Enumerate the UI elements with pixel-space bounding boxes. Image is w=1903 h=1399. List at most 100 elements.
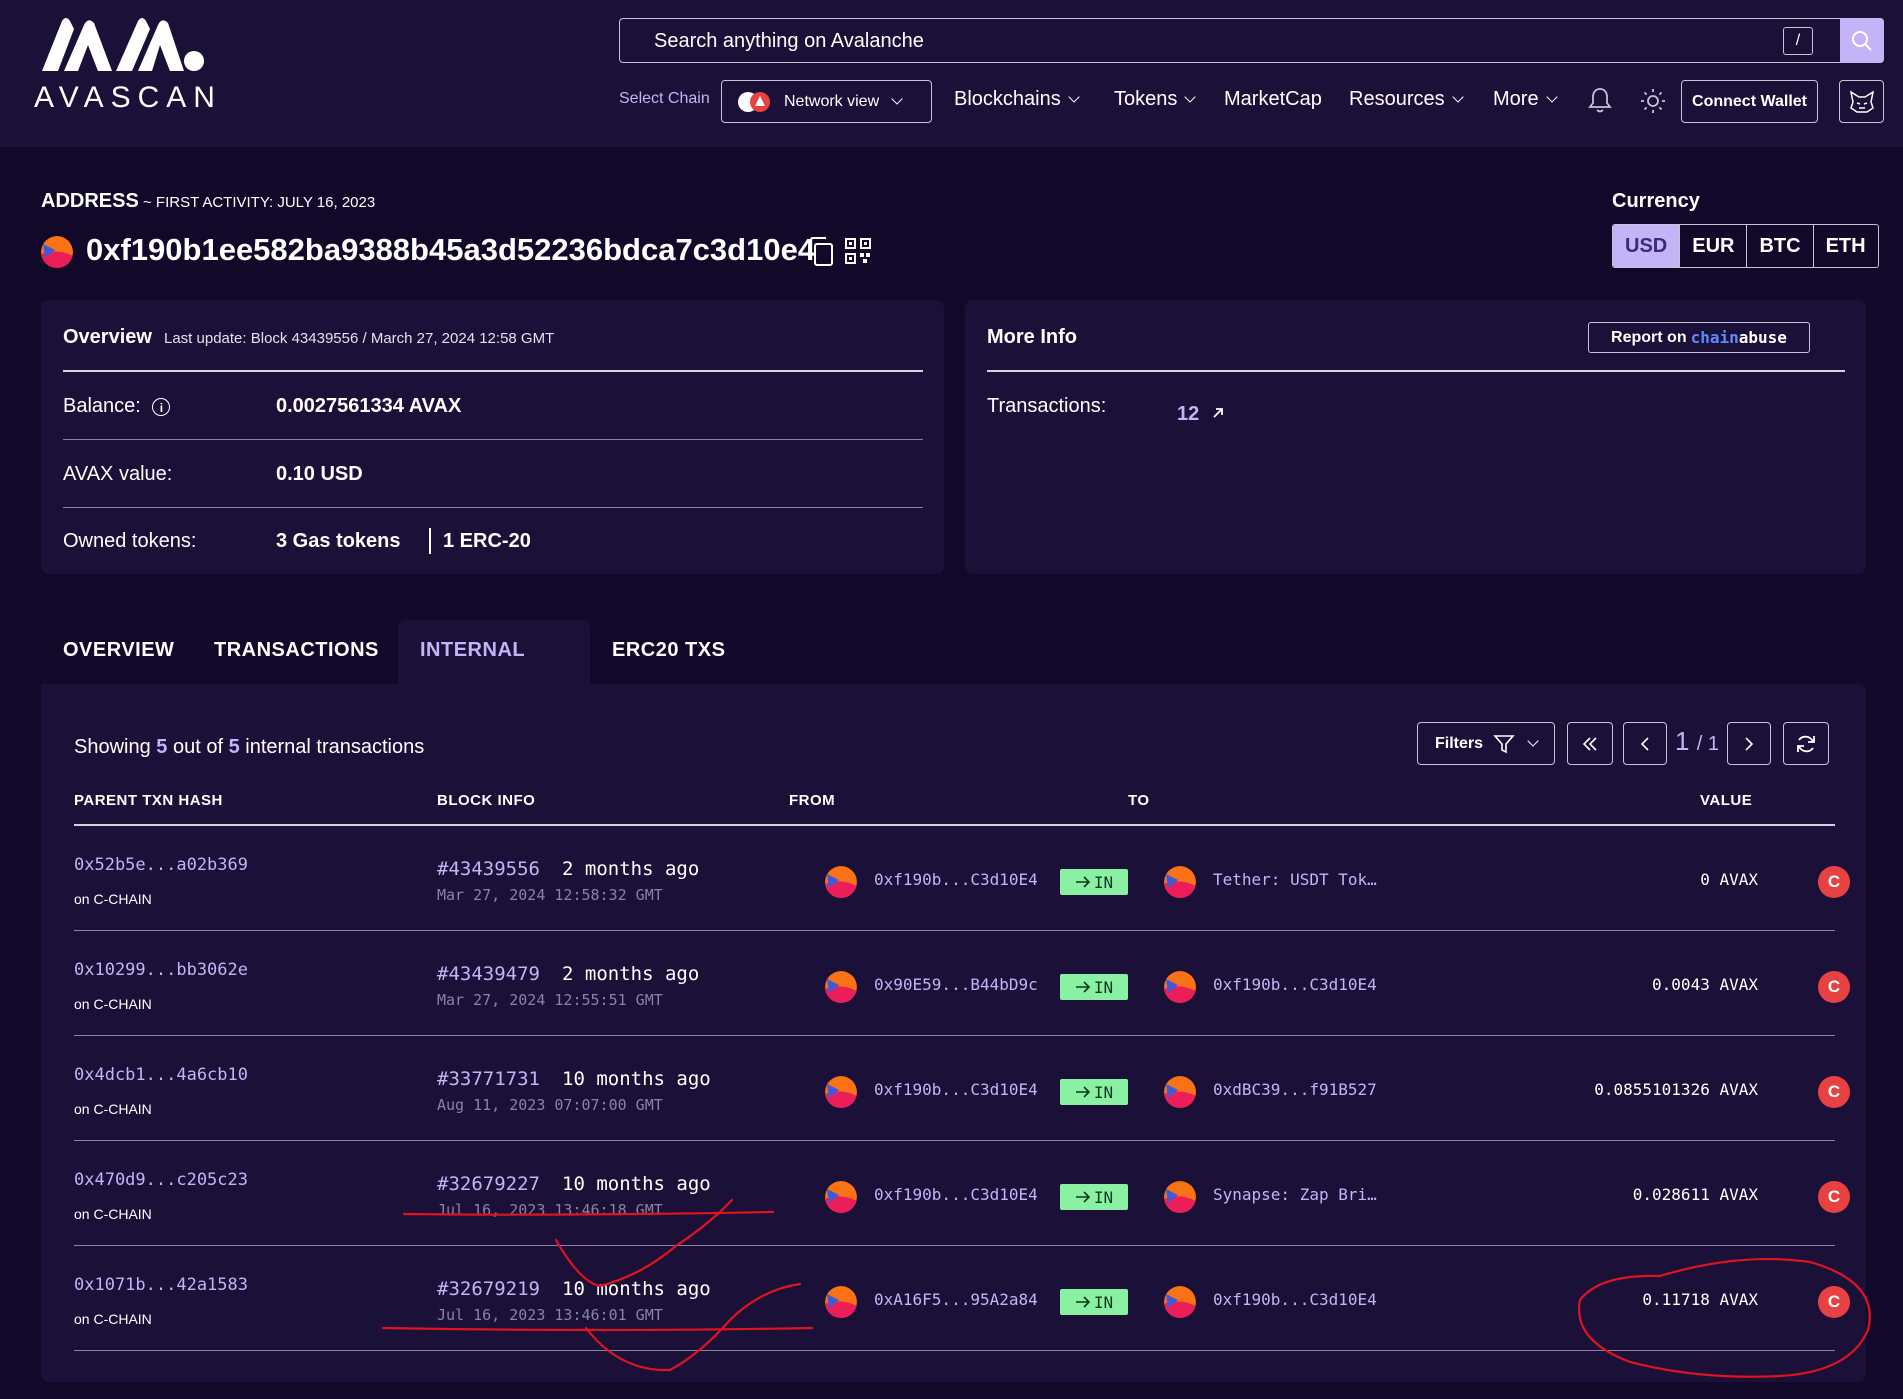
from-address-link[interactable]: 0xf190b...C3d10E4: [874, 1080, 1038, 1099]
prev-page-button[interactable]: [1623, 722, 1667, 765]
direction-label: IN: [1093, 977, 1114, 997]
value-amount: 0.0043 AVAX: [1652, 975, 1758, 994]
chevron-right-icon: [1745, 736, 1754, 751]
from-address-link[interactable]: 0x90E59...B44bD9c: [874, 975, 1038, 994]
tab-transactions[interactable]: TRANSACTIONS: [192, 620, 401, 684]
parent-txn-hash-link[interactable]: 0x470d9...c205c23: [74, 1170, 248, 1190]
c-chain-badge-icon: C: [1818, 1181, 1850, 1213]
owned-tokens-label: Owned tokens:: [63, 530, 197, 552]
to-address-link[interactable]: 0xf190b...C3d10E4: [1213, 975, 1377, 994]
nav-marketcap[interactable]: MarketCap: [1224, 88, 1322, 111]
bell-icon[interactable]: [1587, 86, 1613, 114]
chevron-down-icon: [1545, 91, 1558, 103]
to-address-link[interactable]: 0xf190b...C3d10E4: [1213, 1290, 1377, 1309]
metamask-fox-icon: [1849, 89, 1874, 113]
gas-tokens-link[interactable]: 3 Gas tokens: [276, 530, 401, 553]
c-chain-badge-icon: C: [1818, 866, 1850, 898]
block-age: 10 months ago: [562, 1278, 711, 1300]
nav-blockchains[interactable]: Blockchains: [954, 88, 1080, 111]
network-view-label: Network view: [784, 92, 880, 110]
search-button[interactable]: [1840, 18, 1884, 63]
balance-row-label: Balance: i: [63, 395, 171, 418]
to-address-link[interactable]: Tether: USDT Tok…: [1213, 870, 1377, 889]
chainabuse-brand-1: chain: [1690, 327, 1739, 347]
avascan-logo[interactable]: AVASCAN: [34, 15, 215, 115]
block-age: 2 months ago: [562, 858, 700, 880]
value-amount: 0.11718 AVAX: [1642, 1290, 1758, 1309]
chevron-down-icon: [1068, 91, 1080, 103]
overview-card: Overview Last update: Block 43439556 / M…: [41, 300, 944, 574]
theme-sun-icon[interactable]: [1640, 88, 1666, 114]
c-chain-badge-icon: C: [1818, 1076, 1850, 1108]
from-avatar: [825, 971, 857, 1003]
table-row: 0x470d9...c205c23 on C-CHAIN #32679227 10 m…: [74, 1141, 1850, 1246]
next-page-button[interactable]: [1727, 722, 1771, 765]
page-current: 1: [1675, 726, 1690, 756]
block-number-link[interactable]: #33771731: [437, 1068, 540, 1090]
address-title: ADDRESS: [41, 190, 139, 212]
nav-resources[interactable]: Resources: [1349, 88, 1464, 111]
parent-txn-hash-link[interactable]: 0x4dcb1...4a6cb10: [74, 1065, 248, 1085]
nav-more[interactable]: More: [1493, 88, 1558, 111]
from-address-link[interactable]: 0xf190b...C3d10E4: [874, 1185, 1038, 1204]
block-number-link[interactable]: #32679219: [437, 1278, 540, 1300]
currency-eur[interactable]: EUR: [1679, 225, 1746, 267]
network-view-dropdown[interactable]: Network view: [721, 80, 932, 123]
table-row: 0x4dcb1...4a6cb10 on C-CHAIN #33771731 10 m…: [74, 1036, 1850, 1141]
col-block-info: BLOCK INFO: [437, 792, 536, 809]
showing-total: 5: [228, 736, 240, 758]
refresh-icon: [1797, 735, 1815, 752]
block-number-link[interactable]: #32679227: [437, 1173, 540, 1195]
nav-tokens-label: Tokens: [1114, 88, 1178, 110]
copy-icon[interactable]: [807, 236, 835, 268]
metamask-button[interactable]: [1839, 80, 1884, 123]
block-age: 10 months ago: [562, 1068, 711, 1090]
parent-txn-hash-link[interactable]: 0x52b5e...a02b369: [74, 855, 248, 875]
transactions-count-link[interactable]: 12: [1177, 403, 1225, 426]
external-arrow-icon: [1213, 408, 1223, 418]
filter-funnel-icon: [1493, 734, 1515, 753]
block-date: Jul 16, 2023 13:46:01 GMT: [437, 1306, 663, 1324]
filters-button[interactable]: Filters: [1417, 722, 1555, 765]
nav-tokens[interactable]: Tokens: [1114, 88, 1197, 111]
first-page-button[interactable]: [1567, 722, 1613, 765]
search-icon: [1852, 30, 1872, 51]
currency-btc[interactable]: BTC: [1746, 225, 1812, 267]
info-icon[interactable]: i: [152, 397, 171, 416]
chainabuse-brand-2: abuse: [1738, 327, 1787, 347]
parent-txn-hash-link[interactable]: 0x1071b...42a1583: [74, 1275, 248, 1295]
from-address-link[interactable]: 0xf190b...C3d10E4: [874, 870, 1038, 889]
chevron-down-icon: [891, 93, 903, 105]
refresh-button[interactable]: [1783, 722, 1829, 765]
from-avatar: [825, 866, 857, 898]
erc20-tokens-link[interactable]: 1 ERC-20: [443, 530, 531, 553]
qr-code-icon[interactable]: [845, 238, 871, 264]
chain-label: on C-CHAIN: [74, 1311, 152, 1327]
divider: [429, 528, 431, 554]
currency-eth[interactable]: ETH: [1812, 225, 1878, 267]
showing-suffix: internal transactions: [245, 736, 425, 758]
report-chainabuse-button[interactable]: Report on chainabuse: [1588, 322, 1810, 353]
currency-usd[interactable]: USD: [1613, 225, 1680, 267]
internal-txs-panel: Showing 5 out of 5 internal transactions…: [41, 684, 1866, 1382]
connect-wallet-button[interactable]: Connect Wallet: [1681, 80, 1818, 123]
from-address-link[interactable]: 0xA16F5...95A2a84: [874, 1290, 1038, 1309]
chain-label: on C-CHAIN: [74, 1101, 152, 1117]
to-address-link[interactable]: 0xdBC39...f91B527: [1213, 1080, 1377, 1099]
tab-overview[interactable]: OVERVIEW: [41, 620, 196, 684]
from-avatar: [825, 1076, 857, 1108]
to-avatar: [1164, 1286, 1196, 1318]
parent-txn-hash-link[interactable]: 0x10299...bb3062e: [74, 960, 248, 980]
divider: [63, 370, 923, 372]
filters-label: Filters: [1434, 734, 1483, 752]
block-number-link[interactable]: #43439479: [437, 963, 540, 985]
block-number-link[interactable]: #43439556: [437, 858, 540, 880]
col-to: TO: [1128, 792, 1150, 809]
balance-label: Balance:: [63, 395, 141, 417]
chevron-left-icon: [1640, 736, 1649, 751]
tab-internal-txs[interactable]: INTERNAL TXS: [398, 620, 590, 721]
transactions-count: 12: [1177, 403, 1200, 425]
search-input[interactable]: [652, 19, 1756, 64]
to-address-link[interactable]: Synapse: Zap Bri…: [1213, 1185, 1377, 1204]
tab-erc20-txs[interactable]: ERC20 TXS: [590, 620, 747, 684]
